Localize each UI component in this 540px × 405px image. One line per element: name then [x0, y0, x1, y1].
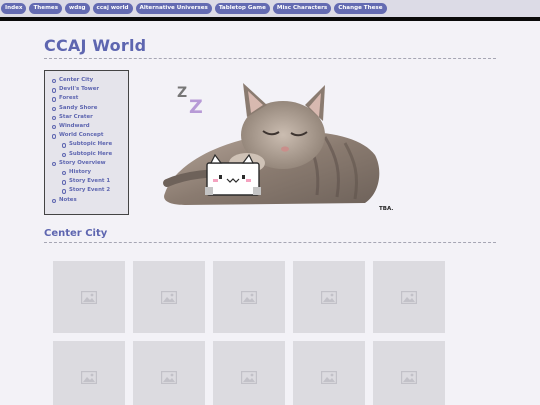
image-placeholder-icon	[321, 370, 337, 384]
gallery-thumbnail[interactable]	[293, 341, 365, 405]
header-divider-bar	[0, 17, 540, 21]
nav-link-index[interactable]: Index	[1, 3, 27, 14]
page-title: CCAJ World	[44, 36, 147, 55]
gallery-thumbnail[interactable]	[293, 261, 365, 333]
gallery-thumbnail[interactable]	[213, 261, 285, 333]
section-title-center-city: Center City	[44, 228, 108, 239]
gallery-thumbnail[interactable]	[53, 341, 125, 405]
title-divider	[44, 58, 496, 59]
nav-link-change-these[interactable]: Change These	[334, 3, 387, 14]
gallery-thumbnail[interactable]	[133, 261, 205, 333]
sleeping-kitten-image: Z Z	[163, 83, 380, 205]
image-placeholder-icon	[401, 290, 417, 304]
toc-link-story-event-1[interactable]: Story Event 1	[51, 177, 128, 186]
gallery-thumbnail[interactable]	[213, 341, 285, 405]
toc-link-devils-tower[interactable]: Devil's Tower	[51, 85, 128, 94]
image-placeholder-icon	[81, 290, 97, 304]
image-placeholder-icon	[401, 370, 417, 384]
toc-link-story-overview[interactable]: Story Overview	[51, 159, 128, 168]
nav-link-ccaj-world[interactable]: ccaj world	[92, 3, 133, 14]
image-placeholder-icon	[321, 290, 337, 304]
image-placeholder-icon	[161, 370, 177, 384]
section-divider	[44, 242, 496, 243]
toc-link-center-city[interactable]: Center City	[51, 76, 128, 85]
nav-link-misc-characters[interactable]: Misc Characters	[272, 3, 332, 14]
toc-link-history[interactable]: History	[51, 168, 128, 177]
nav-link-tabletop-game[interactable]: Tabletop Game	[214, 3, 270, 14]
toc-link-sandy-shore[interactable]: Sandy Shore	[51, 104, 128, 113]
sleep-z-small: Z	[177, 85, 187, 101]
toc-link-notes[interactable]: Notes	[51, 196, 128, 205]
image-placeholder-icon	[241, 290, 257, 304]
toc-link-forest[interactable]: Forest	[51, 94, 128, 103]
nav-link-wdsg[interactable]: wdsg	[65, 3, 90, 14]
toc-link-world-concept[interactable]: World Concept	[51, 131, 128, 140]
tba-note: TBA.	[379, 206, 394, 212]
toc-link-subtopic-2[interactable]: Subtopic Here	[51, 150, 128, 159]
gallery-thumbnail[interactable]	[53, 261, 125, 333]
table-of-contents: Center City Devil's Tower Forest Sandy S…	[44, 70, 129, 215]
toc-link-star-crater[interactable]: Star Crater	[51, 113, 128, 122]
image-placeholder-icon	[241, 370, 257, 384]
top-nav: Index Themes wdsg ccaj world Alternative…	[0, 0, 540, 17]
toc-link-windward[interactable]: Windward	[51, 122, 128, 131]
gallery-thumbnail[interactable]	[373, 341, 445, 405]
gallery-thumbnail[interactable]	[133, 341, 205, 405]
sleep-z-large: Z	[189, 96, 203, 118]
toc-link-story-event-2[interactable]: Story Event 2	[51, 186, 128, 195]
toc-link-subtopic-1[interactable]: Subtopic Here	[51, 140, 128, 149]
nav-link-alternative-universes[interactable]: Alternative Universes	[135, 3, 212, 14]
image-placeholder-icon	[81, 370, 97, 384]
nav-link-themes[interactable]: Themes	[29, 3, 63, 14]
gallery-thumbnail[interactable]	[373, 261, 445, 333]
image-placeholder-icon	[161, 290, 177, 304]
